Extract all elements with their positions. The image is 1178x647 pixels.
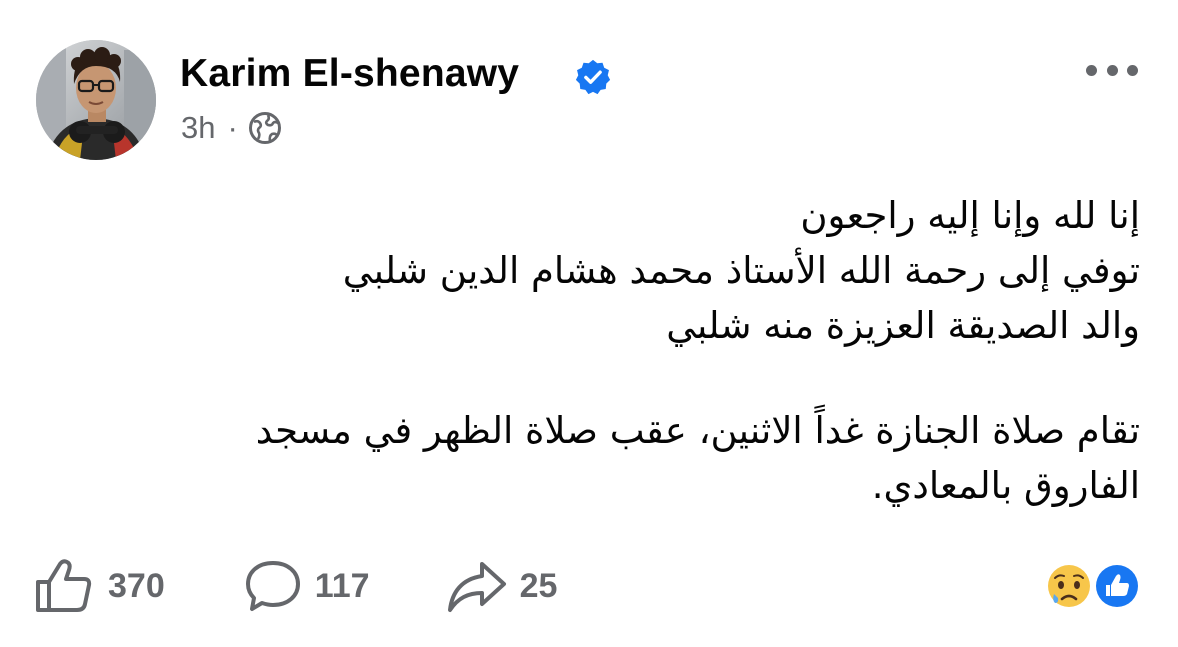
more-dot xyxy=(1106,64,1118,76)
like-count: 370 xyxy=(108,566,165,605)
more-dot xyxy=(1086,64,1097,76)
reactions-summary[interactable] xyxy=(1043,560,1143,612)
globe-icon[interactable] xyxy=(248,111,282,145)
post-line: الفاروق بالمعادي. xyxy=(871,464,1140,507)
comment-button[interactable]: 117 xyxy=(243,558,370,614)
sad-icon xyxy=(1045,562,1093,610)
post-line: تقام صلاة الجنازة غداً الاثنين، عقب صلاة… xyxy=(255,409,1140,452)
comment-count: 117 xyxy=(314,566,370,605)
post-line: توفي إلى رحمة الله الأستاذ محمد هشام الد… xyxy=(342,249,1140,292)
post-text: إنا لله وإنا إليه راجعون توفي إلى رحمة ا… xyxy=(40,188,1140,513)
more-dot xyxy=(1127,64,1138,76)
avatar-photo xyxy=(36,40,156,160)
meta-separator: · xyxy=(227,110,238,145)
comment-icon xyxy=(245,561,300,611)
share-icon xyxy=(447,562,506,612)
post-time[interactable]: 3h xyxy=(181,110,215,146)
like-button[interactable]: 370 xyxy=(34,558,165,614)
verified-badge-icon xyxy=(575,59,611,95)
post-meta: 3h · xyxy=(181,110,282,146)
author-name[interactable]: Karim El-shenawy xyxy=(180,52,519,96)
share-button[interactable]: 25 xyxy=(446,558,558,614)
more-options-icon[interactable] xyxy=(1086,56,1138,84)
like-icon xyxy=(1093,562,1141,610)
post-line: إنا لله وإنا إليه راجعون xyxy=(800,194,1140,237)
avatar[interactable] xyxy=(36,40,156,160)
action-bar: 370 117 25 xyxy=(34,556,557,616)
thumbs-up-icon xyxy=(36,559,92,612)
share-count: 25 xyxy=(519,566,558,605)
post-line: والد الصديقة العزيزة منه شلبي xyxy=(666,304,1140,347)
facebook-post: Karim El-shenawy 3h · إنا لله وإنا إليه … xyxy=(0,0,1178,647)
